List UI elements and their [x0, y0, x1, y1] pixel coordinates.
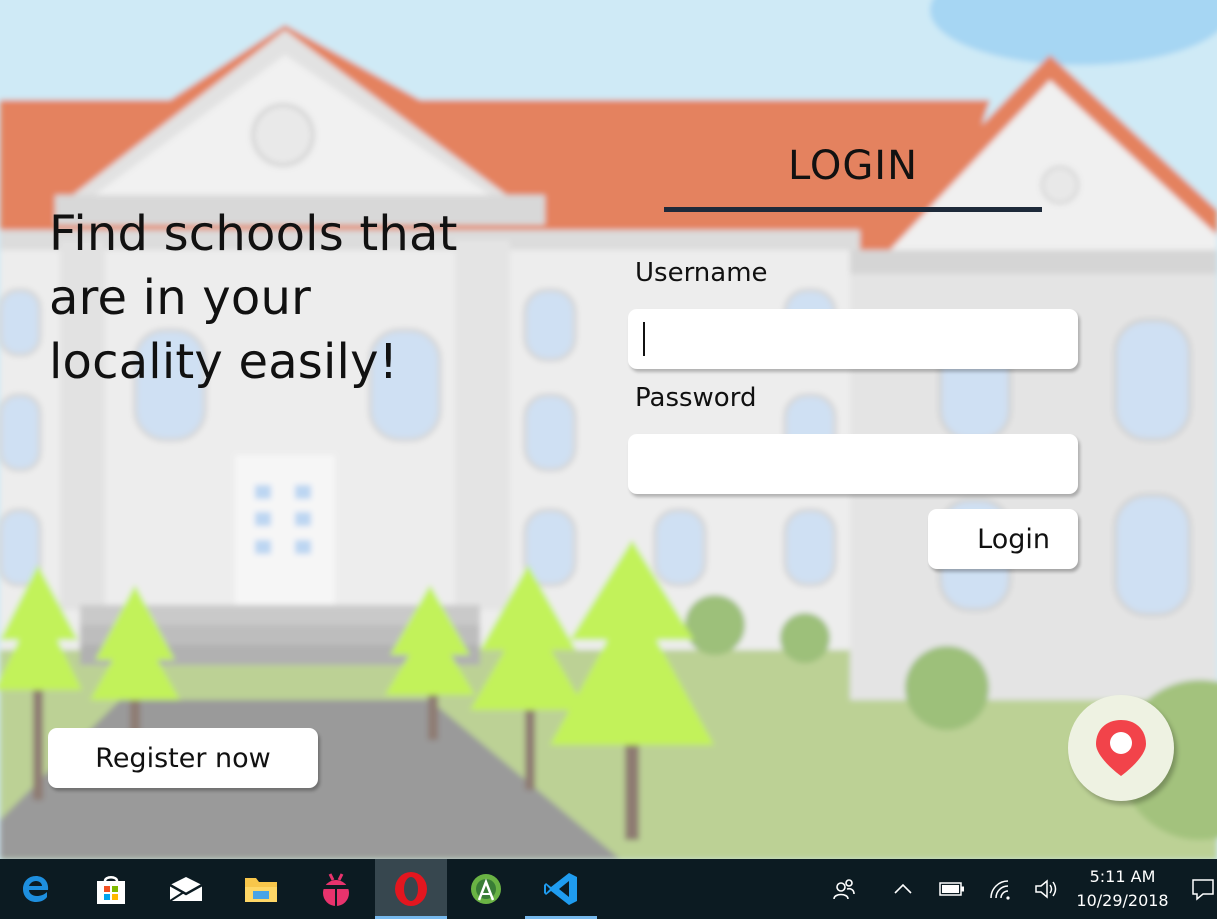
- login-button[interactable]: Login: [928, 509, 1078, 569]
- clock-date: 10/29/2018: [1076, 891, 1169, 910]
- taskbar-bug-app[interactable]: [300, 859, 372, 919]
- clock-time: 5:11 AM: [1089, 867, 1156, 886]
- taskbar: 5:11 AM 10/29/2018: [0, 859, 1217, 919]
- android-studio-icon: [471, 874, 501, 904]
- taskbar-edge[interactable]: [0, 859, 72, 919]
- tray-volume[interactable]: [1030, 859, 1062, 919]
- chevron-up-icon: [894, 883, 912, 894]
- people-icon: [833, 879, 855, 900]
- text-caret: [643, 322, 645, 356]
- tagline: Find schools that are in your locality e…: [49, 206, 458, 390]
- mail-icon: [169, 877, 203, 902]
- taskbar-mail[interactable]: [150, 859, 222, 919]
- tray-clock[interactable]: 5:11 AM 10/29/2018: [1070, 865, 1175, 913]
- tray-battery[interactable]: [936, 859, 968, 919]
- action-center-button[interactable]: [1188, 859, 1217, 919]
- map-pin-icon: [1096, 720, 1146, 776]
- volume-icon: [1035, 879, 1057, 899]
- taskbar-explorer[interactable]: [225, 859, 297, 919]
- tray-people[interactable]: [828, 859, 860, 919]
- taskbar-store[interactable]: [75, 859, 147, 919]
- register-button[interactable]: Register now: [48, 728, 318, 788]
- opera-icon: [395, 872, 427, 906]
- username-input[interactable]: [628, 309, 1078, 369]
- folder-icon: [245, 878, 277, 902]
- location-button[interactable]: [1068, 695, 1174, 801]
- vscode-icon: [544, 873, 577, 905]
- taskbar-vscode[interactable]: [525, 859, 597, 919]
- login-heading: LOGIN: [664, 140, 1042, 212]
- edge-icon: [23, 876, 49, 902]
- password-input[interactable]: [628, 434, 1078, 494]
- taskbar-opera[interactable]: [375, 859, 447, 919]
- tray-overflow[interactable]: [888, 859, 918, 919]
- store-icon: [97, 876, 125, 904]
- password-label: Password: [635, 383, 757, 413]
- notification-icon: [1191, 879, 1214, 901]
- username-label: Username: [635, 258, 768, 288]
- tray-wifi[interactable]: [984, 859, 1016, 919]
- taskbar-android-studio[interactable]: [450, 859, 522, 919]
- bug-icon: [322, 873, 350, 906]
- wifi-icon: [990, 880, 1010, 900]
- battery-icon: [939, 882, 964, 896]
